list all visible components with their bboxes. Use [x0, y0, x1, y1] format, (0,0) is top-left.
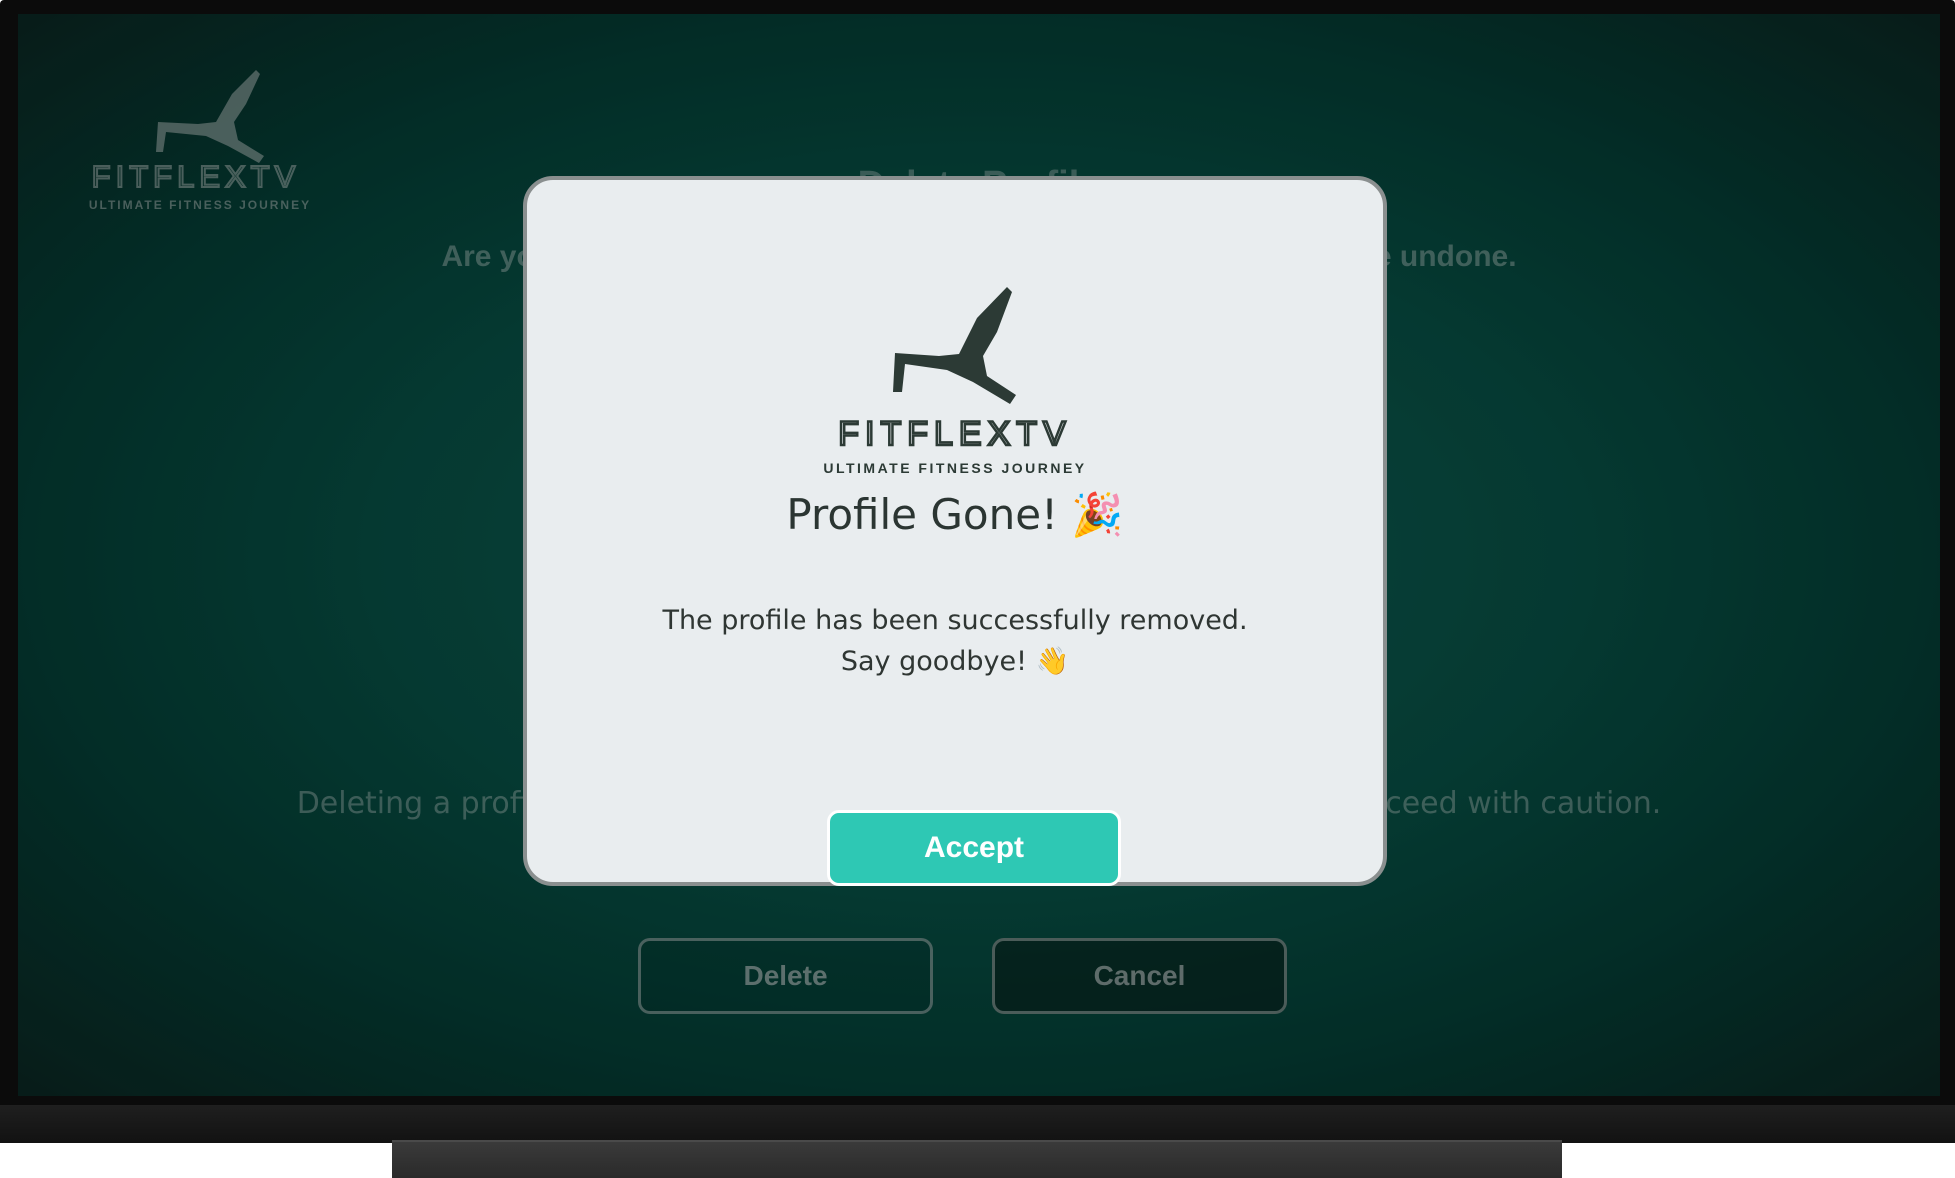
- yoga-pose-icon: FITFLEXTV: [837, 287, 1071, 454]
- success-dialog: FITFLEXTV ULTIMATE FITNESS JOURNEY Profi…: [523, 176, 1387, 886]
- dialog-message: The profile has been successfully remove…: [662, 605, 1248, 677]
- dialog-logo-tagline: ULTIMATE FITNESS JOURNEY: [823, 460, 1087, 476]
- dialog-logo-wordmark: FITFLEXTV: [838, 415, 1071, 453]
- dialog-title: Profile Gone! 🎉: [786, 490, 1124, 539]
- tv-stand: [392, 1140, 1562, 1178]
- tv-chin: [0, 1105, 1955, 1143]
- accept-button[interactable]: Accept: [827, 810, 1121, 886]
- dialog-logo: FITFLEXTV ULTIMATE FITNESS JOURNEY: [797, 260, 1113, 476]
